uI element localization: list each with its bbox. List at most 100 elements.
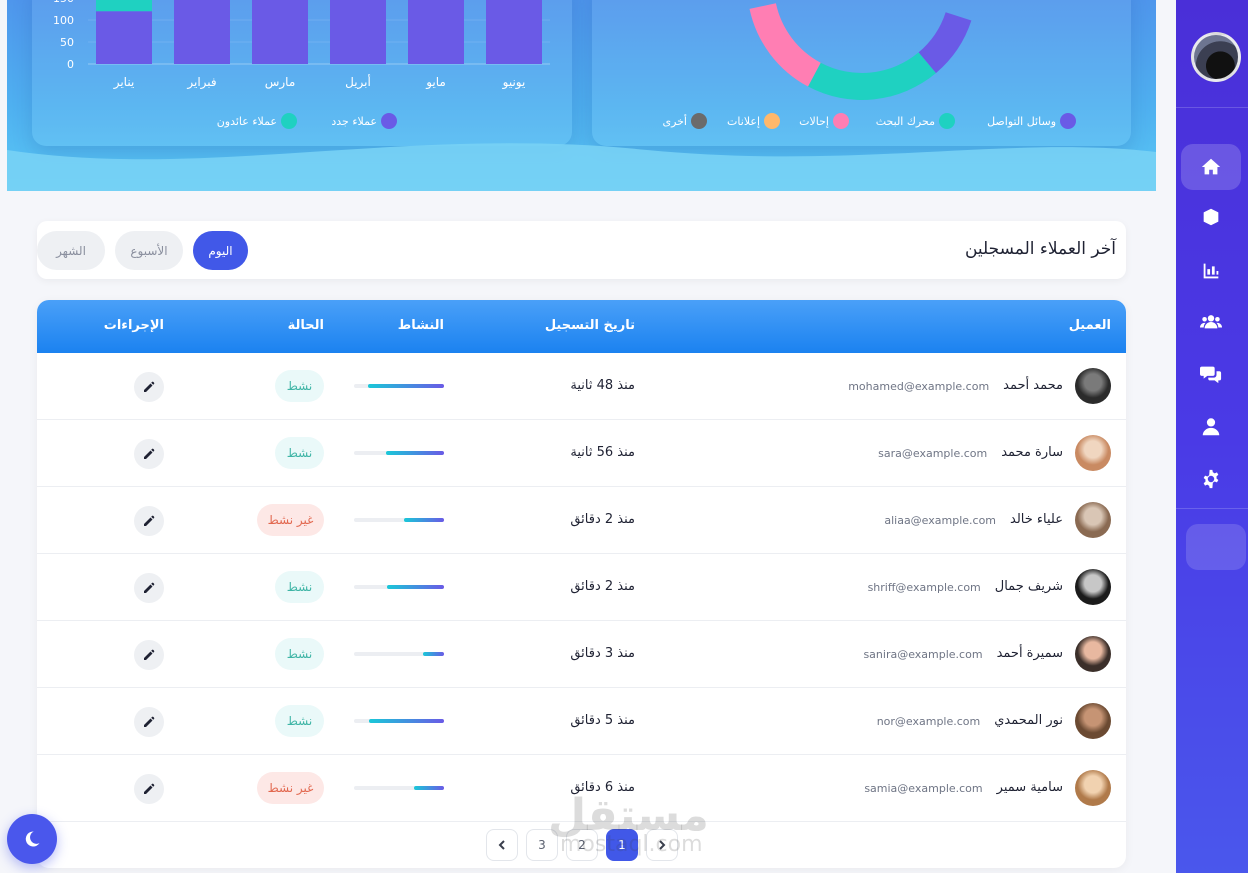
table-row: نور المحمدي nor@example.com منذ 5 دقائق نشط: [37, 688, 1126, 755]
customer-email: samia@example.com: [864, 782, 983, 795]
bar-new-customers: [486, 0, 542, 64]
legend-label: إعلانات: [727, 115, 760, 128]
sidebar-extra-panel[interactable]: [1186, 524, 1246, 570]
pagination-next[interactable]: [486, 829, 518, 861]
customer-name: شريف جمال: [994, 579, 1063, 594]
y-tick-label: 50: [60, 36, 74, 49]
user-avatar[interactable]: [1191, 32, 1241, 82]
section-title: آخر العملاء المسجلين: [964, 239, 1116, 259]
registration-date: منذ 48 ثانية: [570, 378, 635, 393]
activity-bar: [354, 451, 444, 455]
edit-button[interactable]: [134, 640, 164, 670]
customer-name: علياء خالد: [1010, 512, 1063, 527]
status-badge: نشط: [275, 705, 324, 737]
avatar: [1075, 435, 1111, 471]
sidebar-item-messages[interactable]: [1181, 351, 1241, 397]
activity-bar: [354, 518, 444, 522]
edit-icon: [144, 716, 155, 727]
legend-dot: [381, 113, 397, 129]
legend-dot: [833, 113, 849, 129]
donut-slice: [808, 52, 936, 100]
sidebar-item-reports[interactable]: [1181, 248, 1241, 294]
box-icon: [1203, 208, 1219, 226]
sidebar-item-products[interactable]: [1181, 194, 1241, 240]
donut-chart: وسائل التواصل محرك البحث إحالات إعلانات أخرى: [662, 3, 1076, 129]
status-badge: نشط: [275, 571, 324, 603]
bar-chart: 150 100 50 0 يناير فبراير مارس أبريل مايو يونيو عم…: [53, 0, 550, 129]
x-tick-label: أبريل: [345, 74, 371, 90]
avatar: [1075, 368, 1111, 404]
customer-email: sanira@example.com: [863, 648, 983, 661]
registration-date: منذ 2 دقائق: [570, 579, 635, 594]
legend-label: محرك البحث: [876, 115, 935, 128]
activity-bar: [354, 384, 444, 388]
bar-new-customers: [330, 0, 386, 64]
status-badge: نشط: [275, 370, 324, 402]
avatar: [1075, 636, 1111, 672]
x-tick-label: يونيو: [502, 75, 526, 90]
edit-icon: [144, 515, 155, 526]
header-activity: النشاط: [397, 318, 444, 333]
bar-returning-customers: [96, 0, 152, 12]
table-header: العميل تاريخ التسجيل النشاط الحالة الإجر…: [37, 300, 1126, 353]
edit-icon: [144, 649, 155, 660]
legend-dot: [691, 113, 707, 129]
header-status: الحالة: [287, 318, 324, 333]
customer-name: سامية سمير: [996, 780, 1063, 795]
legend-dot: [1060, 113, 1076, 129]
bar-new-customers: [252, 0, 308, 64]
activity-bar-fill: [367, 384, 444, 388]
legend-dot: [764, 113, 780, 129]
edit-button[interactable]: [134, 439, 164, 469]
avatar: [1075, 569, 1111, 605]
edit-button[interactable]: [134, 707, 164, 737]
avatar: [1075, 502, 1111, 538]
legend-label: أخرى: [662, 114, 687, 128]
table-row: محمد أحمد mohamed@example.com منذ 48 ثانية…: [37, 353, 1126, 420]
activity-bar: [354, 652, 444, 656]
bar-new-customers: [408, 0, 464, 64]
filter-week[interactable]: الأسبوع: [115, 231, 183, 270]
edit-button[interactable]: [134, 506, 164, 536]
activity-bar: [354, 786, 444, 790]
hero-wave: [7, 143, 1156, 191]
legend-dot: [281, 113, 297, 129]
avatar: [1075, 703, 1111, 739]
registration-date: منذ 56 ثانية: [570, 445, 635, 460]
activity-bar: [354, 719, 444, 723]
sidebar-divider: [1176, 508, 1248, 509]
filter-month[interactable]: الشهر: [37, 231, 105, 270]
donut-chart-card: وسائل التواصل محرك البحث إحالات إعلانات أخرى: [592, 0, 1131, 146]
legend-label: عملاء جدد: [331, 115, 377, 128]
header-customer: العميل: [1068, 318, 1111, 333]
edit-icon: [144, 381, 155, 392]
customer-name: محمد أحمد: [1003, 378, 1063, 393]
y-tick-label: 100: [53, 14, 74, 27]
table-row: سارة محمد sara@example.com منذ 56 ثانية نشط: [37, 420, 1126, 487]
customer-email: shriff@example.com: [867, 581, 981, 594]
status-badge: غير نشط: [257, 504, 324, 536]
sidebar-item-profile[interactable]: [1181, 404, 1241, 450]
filter-today[interactable]: اليوم: [193, 231, 248, 270]
dark-mode-toggle[interactable]: [7, 814, 57, 864]
edit-button[interactable]: [134, 372, 164, 402]
sidebar-item-home[interactable]: [1181, 144, 1241, 190]
recent-customers-header: آخر العملاء المسجلين اليوم الأسبوع الشهر: [37, 221, 1126, 279]
watermark-url: mostaql.com: [560, 832, 703, 857]
edit-icon: [144, 783, 155, 794]
sidebar-item-settings[interactable]: [1181, 456, 1241, 502]
activity-bar-fill: [414, 786, 444, 790]
activity-bar-fill: [404, 518, 444, 522]
edit-icon: [144, 582, 155, 593]
sidebar-item-customers[interactable]: [1181, 299, 1241, 345]
customer-email: mohamed@example.com: [848, 380, 990, 393]
bar-new-customers: [174, 0, 230, 64]
edit-button[interactable]: [134, 573, 164, 603]
legend-label: إحالات: [799, 115, 829, 128]
status-badge: نشط: [275, 437, 324, 469]
edit-button[interactable]: [134, 774, 164, 804]
y-tick-label: 0: [67, 58, 74, 71]
header-actions: الإجراءات: [103, 318, 164, 333]
activity-bar-fill: [423, 652, 444, 656]
chat-icon: [1200, 366, 1222, 384]
